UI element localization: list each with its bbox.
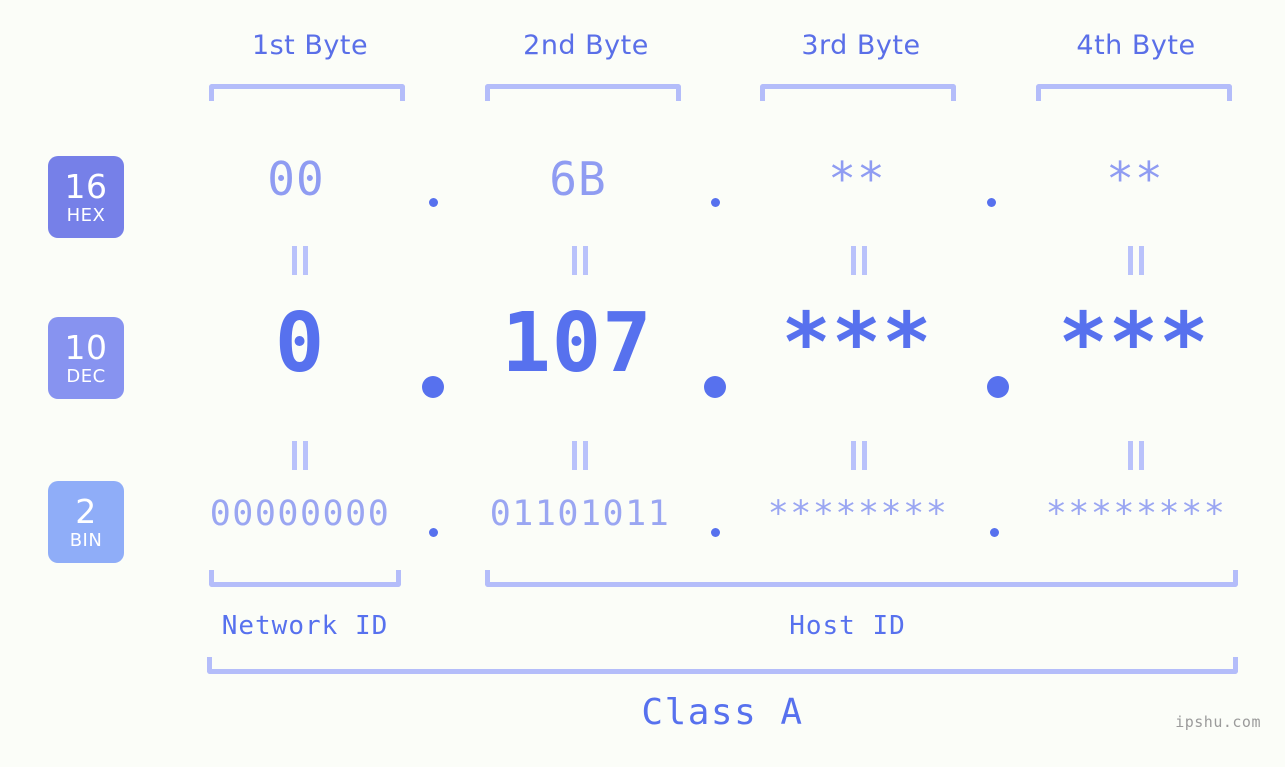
bin-byte-1: 00000000 (209, 494, 391, 534)
hex-byte-3: ** (828, 152, 886, 206)
host-id-bracket (485, 570, 1238, 587)
byte-bracket-top-3 (760, 84, 956, 101)
dec-separator-dot-1 (422, 376, 444, 398)
radix-badge-hex: 16 HEX (48, 156, 124, 238)
byte-header-3: 3rd Byte (801, 30, 921, 61)
bin-byte-2: 01101011 (489, 494, 671, 534)
equality-mark-dec-bin-4 (1128, 441, 1144, 470)
bin-separator-dot-2 (711, 528, 720, 537)
radix-badge-bin-label: BIN (69, 529, 103, 551)
site-watermark: ipshu.com (1175, 713, 1261, 731)
radix-badge-bin-number: 2 (75, 491, 97, 531)
bin-separator-dot-3 (990, 528, 999, 537)
byte-header-1: 1st Byte (251, 30, 369, 61)
hex-separator-dot-2 (711, 198, 720, 207)
radix-badge-dec-number: 10 (64, 327, 108, 367)
radix-badge-hex-number: 16 (64, 166, 108, 206)
equality-mark-dec-bin-1 (292, 441, 308, 470)
host-id-label: Host ID (789, 611, 906, 641)
byte-bracket-top-2 (485, 84, 681, 101)
dec-byte-3: *** (781, 296, 933, 391)
class-bracket (207, 657, 1238, 674)
equality-mark-hex-dec-4 (1128, 246, 1144, 275)
ip-byte-diagram: 1st Byte 2nd Byte 3rd Byte 4th Byte 16 H… (0, 0, 1285, 767)
equality-mark-dec-bin-3 (851, 441, 867, 470)
dec-byte-2: 107 (501, 296, 653, 391)
radix-badge-hex-label: HEX (66, 204, 106, 226)
class-label: Class A (641, 692, 804, 733)
network-id-label: Network ID (221, 611, 389, 641)
hex-separator-dot-3 (987, 198, 996, 207)
network-id-bracket (209, 570, 401, 587)
equality-mark-dec-bin-2 (572, 441, 588, 470)
hex-separator-dot-1 (429, 198, 438, 207)
dec-byte-4: *** (1058, 296, 1210, 391)
equality-mark-hex-dec-1 (292, 246, 308, 275)
dec-byte-1: 0 (274, 296, 326, 391)
hex-byte-4: ** (1106, 152, 1164, 206)
byte-bracket-top-1 (209, 84, 405, 101)
equality-mark-hex-dec-3 (851, 246, 867, 275)
hex-byte-1: 00 (267, 152, 325, 206)
hex-byte-2: 6B (549, 152, 607, 206)
radix-badge-bin: 2 BIN (48, 481, 124, 563)
bin-separator-dot-1 (429, 528, 438, 537)
dec-separator-dot-2 (704, 376, 726, 398)
equality-mark-hex-dec-2 (572, 246, 588, 275)
radix-badge-dec-label: DEC (66, 365, 106, 387)
radix-badge-dec: 10 DEC (48, 317, 124, 399)
bin-byte-3: ******** (767, 494, 949, 534)
byte-header-4: 4th Byte (1076, 30, 1196, 61)
bin-byte-4: ******** (1045, 494, 1227, 534)
dec-separator-dot-3 (987, 376, 1009, 398)
byte-bracket-top-4 (1036, 84, 1232, 101)
byte-header-2: 2nd Byte (523, 30, 649, 61)
